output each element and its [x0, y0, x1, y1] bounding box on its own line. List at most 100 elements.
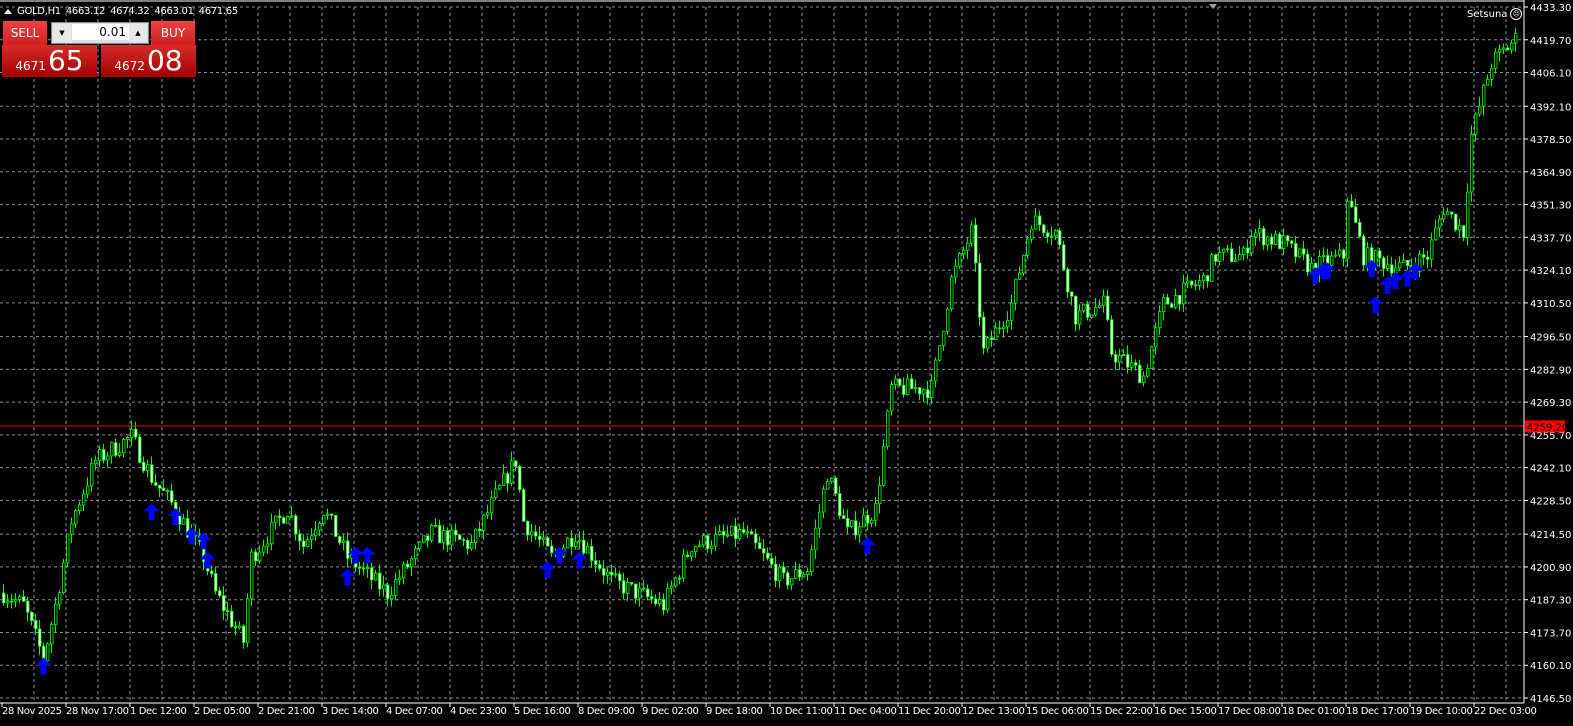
candle-body — [1182, 282, 1186, 305]
candle-body — [1014, 278, 1018, 304]
candle-body — [1442, 213, 1446, 220]
time-label: 12 Dec 13:00 — [962, 706, 1024, 717]
candle-body — [402, 563, 406, 579]
candle-body — [250, 551, 254, 600]
collapse-triangle-icon[interactable] — [4, 9, 12, 14]
candle-body — [898, 378, 902, 386]
candle-body — [738, 529, 742, 539]
candle-body — [14, 599, 18, 602]
candle-body — [1034, 215, 1038, 230]
candle-body — [1106, 295, 1110, 321]
candle-body — [346, 540, 350, 559]
chart-header: GOLD,H1 4663.12 4674.32 4663.01 4671.65 — [4, 6, 238, 17]
price-label: 4214.50 — [1530, 530, 1571, 541]
price-label: 4364.90 — [1530, 168, 1571, 179]
candle-body — [1070, 291, 1074, 297]
candle-body — [1426, 256, 1430, 260]
candle-body — [446, 530, 450, 546]
candle-body — [1010, 302, 1014, 321]
candle-body — [590, 545, 594, 562]
candle-body — [790, 578, 794, 586]
candle-body — [1202, 275, 1206, 281]
price-label: 4351.30 — [1530, 201, 1571, 212]
candle-body — [518, 466, 522, 491]
candle-body — [1002, 326, 1006, 330]
buy-price-big: 08 — [146, 44, 183, 77]
buy-button[interactable]: BUY — [151, 21, 195, 46]
candle-body — [58, 592, 62, 605]
up-arrow-icon — [859, 537, 876, 555]
candle-body — [1406, 260, 1410, 266]
candle-body — [286, 516, 290, 524]
candle-body — [26, 600, 30, 613]
candle-body — [410, 558, 414, 568]
candle-body — [1198, 280, 1202, 286]
lot-input[interactable] — [72, 24, 130, 40]
candle-body — [1462, 225, 1466, 238]
candle-body — [654, 598, 658, 605]
chart-shift-marker[interactable] — [1209, 4, 1217, 9]
candle-body — [442, 530, 446, 544]
candle-body — [234, 626, 238, 629]
candle-body — [1090, 314, 1094, 318]
time-label: 1 Dec 12:00 — [130, 706, 187, 717]
axes: 4433.30 4419.70 4406.10 4392.10 4378.50 4364.… — [0, 0, 1571, 717]
price-label: 4242.10 — [1530, 464, 1571, 475]
candle-body — [214, 573, 218, 592]
candle-body — [46, 643, 50, 662]
candle-body — [86, 485, 90, 495]
candle-body — [90, 463, 94, 487]
lot-decrease-icon[interactable]: ▼ — [53, 24, 71, 42]
candle-body — [902, 384, 906, 395]
candle-body — [262, 545, 266, 553]
candle-body — [1358, 222, 1362, 237]
candle-body — [758, 542, 762, 549]
candle-body — [750, 531, 754, 535]
candle-body — [454, 529, 458, 536]
candle-body — [550, 545, 554, 554]
candle-body — [274, 515, 278, 523]
candles — [2, 28, 1518, 669]
candle-body — [890, 384, 894, 412]
candle-body — [1006, 319, 1010, 328]
candle-body — [994, 327, 998, 341]
candle-body — [574, 541, 578, 547]
price-chart[interactable]: 4433.30 4419.70 4406.10 4392.10 4378.50 4364.… — [0, 0, 1573, 726]
candle-body — [1102, 295, 1106, 306]
candle-body — [238, 625, 242, 629]
candle-body — [1098, 305, 1102, 308]
sell-price-button[interactable]: 4671 65 — [2, 45, 97, 77]
candle-body — [1118, 355, 1122, 363]
candle-body — [342, 540, 346, 544]
candle-body — [338, 536, 342, 544]
time-label: 15 Dec 22:00 — [1090, 706, 1152, 717]
lot-increase-icon[interactable]: ▲ — [129, 24, 147, 42]
candle-body — [778, 566, 782, 582]
candle-body — [746, 531, 750, 534]
candle-body — [1122, 354, 1126, 356]
candle-body — [310, 535, 314, 541]
candle-body — [798, 569, 802, 578]
sell-button[interactable]: SELL — [3, 21, 47, 46]
candle-body — [1270, 236, 1274, 245]
candle-body — [138, 436, 142, 463]
ohlc-low: 4663.01 — [154, 6, 194, 17]
price-label: 4378.50 — [1530, 135, 1571, 146]
candle-body — [1446, 211, 1450, 215]
buy-price-button[interactable]: 4672 08 — [101, 45, 196, 77]
candle-body — [754, 533, 758, 544]
candle-body — [170, 490, 174, 503]
price-label: 4296.50 — [1530, 333, 1571, 344]
candle-body — [950, 276, 954, 310]
candle-body — [966, 242, 970, 251]
candle-body — [282, 517, 286, 524]
candle-body — [970, 224, 974, 244]
candle-body — [422, 535, 426, 543]
time-label: 11 Dec 04:00 — [834, 706, 896, 717]
up-arrow-icon — [359, 546, 376, 564]
candle-body — [306, 539, 310, 547]
price-label: 4269.30 — [1530, 398, 1571, 409]
candle-body — [1058, 230, 1062, 246]
candle-body — [670, 585, 674, 589]
candle-body — [998, 327, 1002, 330]
